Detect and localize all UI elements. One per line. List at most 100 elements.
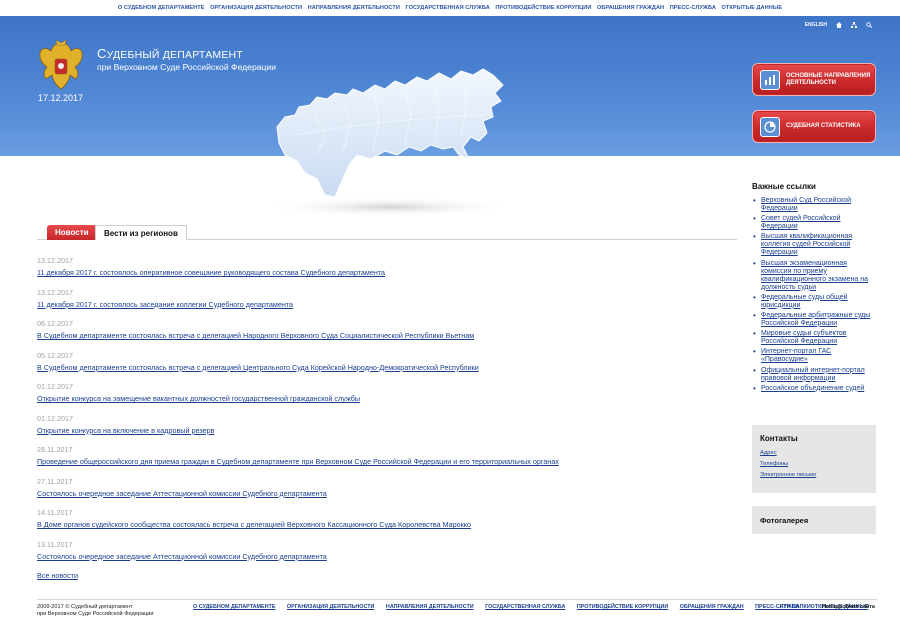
news-link[interactable]: 11 декабря 2017 г. состоялось оперативно… <box>37 266 737 279</box>
ftp-folders-link[interactable]: FTP-ПАПКИ <box>780 604 811 610</box>
news-link[interactable]: В Судебном департаменте состоялась встре… <box>37 361 737 374</box>
site-title-line1: УДЕБНЫЙ ДЕПАРТАМЕНТ <box>106 49 243 61</box>
footer-link-about[interactable]: О Судебном департаменте <box>193 604 275 610</box>
main-directions-button[interactable]: Основные направления деятельности <box>752 63 876 96</box>
main-directions-label: Основные направления деятельности <box>786 72 871 86</box>
topnav-item-about[interactable]: О Судебном департаменте <box>118 0 205 16</box>
footer-link-organization[interactable]: Организация деятельности <box>287 604 375 610</box>
news-date: 06.12.2017 <box>37 319 73 328</box>
copyright-line2: при Верховном Суде Российской Федерации <box>37 611 154 617</box>
news-item: 13.12.2017 11 декабря 2017 г. состоялось… <box>37 256 737 288</box>
news-date: 28.11.2017 <box>37 445 73 454</box>
photo-gallery-panel[interactable]: Фотогалерея <box>752 506 876 534</box>
site-title-line2: при Верховном Суде Российской Федерации <box>97 62 277 72</box>
list-item: Верховный Суд Российской Федерации <box>752 197 878 213</box>
important-link[interactable]: Федеральные арбитражные суды Российской … <box>761 312 870 327</box>
list-item: Российское объединение судей <box>752 385 878 393</box>
topnav-item-open-data[interactable]: Открытые данные <box>722 0 783 16</box>
contacts-panel: Контакты Адрес Телефоны Электронное пись… <box>752 425 876 493</box>
english-link[interactable]: ENGLISH <box>805 22 827 28</box>
list-item: Федеральные суды общей юрисдикции <box>752 294 878 310</box>
site-title[interactable]: СУДЕБНЫЙ ДЕПАРТАМЕНТ при Верховном Суде … <box>97 46 276 72</box>
news-link[interactable]: Проведение общероссийского дня приема гр… <box>37 455 737 468</box>
directions-icon <box>760 69 780 90</box>
footer-link-appeals[interactable]: Обращения граждан <box>680 604 744 610</box>
news-item: 13.12.2017 11 декабря 2017 г. состоялось… <box>37 288 737 320</box>
all-news-link[interactable]: Все новости <box>37 571 78 580</box>
copyright: 2009-2017 © Судебный департамент при Вер… <box>37 604 154 618</box>
tab-news[interactable]: Новости <box>47 225 97 240</box>
footer-link-civil-service[interactable]: Государственная служба <box>485 604 565 610</box>
copyright-line1: 2009-2017 © Судебный департамент <box>37 604 133 610</box>
home-icon[interactable] <box>836 22 842 28</box>
important-link[interactable]: Интернет-портал ГАС «Правосудие» <box>761 348 831 363</box>
list-item: Официальный интернет-портал правовой инф… <box>752 367 878 383</box>
list-item: Высшая экзаменационная комиссия по прием… <box>752 260 878 292</box>
photo-gallery-title: Фотогалерея <box>760 516 809 525</box>
footer-link-directions[interactable]: Направления деятельности <box>386 604 474 610</box>
current-date: 17.12.2017 <box>38 93 84 103</box>
news-item: 14.11.2017 В Доме органов судейского соо… <box>37 508 737 540</box>
important-link[interactable]: Мировые судьи субъектов Российской Федер… <box>761 330 846 345</box>
court-statistics-label: Судебная статистика <box>786 123 861 129</box>
sitemap-icon[interactable] <box>851 22 857 28</box>
news-link[interactable]: В Судебном департаменте состоялась встре… <box>37 329 737 342</box>
important-link[interactable]: Российское объединение судей <box>761 385 864 392</box>
important-link[interactable]: Верховный Суд Российской Федерации <box>761 197 851 212</box>
news-list: 13.12.2017 11 декабря 2017 г. состоялось… <box>37 256 737 571</box>
important-links-title: Важные ссылки <box>752 182 816 191</box>
top-navigation: О Судебном департаменте Организация деят… <box>0 0 900 16</box>
important-link[interactable]: Высшая квалификационная коллегия судей Р… <box>761 233 852 256</box>
important-link[interactable]: Высшая экзаменационная комиссия по прием… <box>761 260 868 291</box>
contact-address-link[interactable]: Адрес <box>760 448 868 459</box>
site-title-cap: С <box>97 46 107 61</box>
list-item: Федеральные арбитражные суды Российской … <box>752 312 878 328</box>
news-date: 13.12.2017 <box>37 256 73 265</box>
news-date: 01.12.2017 <box>37 382 73 391</box>
court-statistics-button[interactable]: Судебная статистика <box>752 110 876 143</box>
topnav-item-press[interactable]: Пресс-служба <box>670 0 716 16</box>
list-item: Высшая квалификационная коллегия судей Р… <box>752 233 878 257</box>
news-link[interactable]: 11 декабря 2017 г. состоялось заседание … <box>37 298 737 311</box>
important-links-list: Верховный Суд Российской Федерации Совет… <box>752 197 878 393</box>
topnav-item-appeals[interactable]: Обращения граждан <box>597 0 664 16</box>
coat-of-arms-icon[interactable] <box>38 39 84 91</box>
footer-divider <box>37 599 877 600</box>
search-icon[interactable] <box>866 22 872 28</box>
news-item: 27.11.2017 Состоялось очередное заседани… <box>37 477 737 509</box>
topnav-item-directions[interactable]: Направления деятельности <box>308 0 400 16</box>
sitemap-label[interactable]: Новодробная сайта <box>822 604 875 610</box>
news-tabs: Новости Вести из регионов <box>37 224 737 240</box>
news-date: 13.11.2017 <box>37 539 73 549</box>
topnav-item-anticorruption[interactable]: Противодействие коррупции <box>495 0 591 16</box>
important-link[interactable]: Совет судей Российской Федерации <box>761 215 841 230</box>
news-link[interactable]: Открытие конкурса на включение в кадровы… <box>37 424 737 437</box>
list-item: Совет судей Российской Федерации <box>752 215 878 231</box>
news-item: 13.11.2017 Состоялось очередное заседани… <box>37 540 737 572</box>
news-item: 06.12.2017 В Судебном департаменте состо… <box>37 319 737 351</box>
important-link[interactable]: Федеральные суды общей юрисдикции <box>761 294 848 309</box>
contacts-title: Контакты <box>760 434 798 443</box>
news-date: 13.12.2017 <box>37 287 73 297</box>
news-link[interactable]: Состоялось очередное заседание Аттестаци… <box>37 550 737 563</box>
important-link[interactable]: Официальный интернет-портал правовой инф… <box>761 367 865 382</box>
news-date: 01.12.2017 <box>37 413 73 423</box>
news-item: 01.12.2017 Открытие конкурса на включени… <box>37 414 737 446</box>
important-links: Важные ссылки Верховный Суд Российской Ф… <box>752 182 878 395</box>
news-date: 05.12.2017 <box>37 350 73 360</box>
footer-link-anticorruption[interactable]: Противодействие коррупции <box>577 604 668 610</box>
tab-regional-news[interactable]: Вести из регионов <box>95 225 187 240</box>
news-link[interactable]: В Доме органов судейского сообщества сос… <box>37 518 737 531</box>
russia-map-image <box>265 68 515 217</box>
contact-email-link[interactable]: Электронное письмо <box>760 470 868 481</box>
news-link[interactable]: Состоялось очередное заседание Аттестаци… <box>37 487 737 500</box>
topnav-item-organization[interactable]: Организация деятельности <box>210 0 302 16</box>
news-link[interactable]: Открытие конкурса на замещение вакантных… <box>37 392 737 405</box>
list-item: Мировые судьи субъектов Российской Федер… <box>752 330 878 346</box>
footer-navigation: О Судебном департаменте Организация деят… <box>193 604 878 610</box>
topnav-item-civil-service[interactable]: Государственная служба <box>405 0 489 16</box>
list-item: Интернет-портал ГАС «Правосудие» <box>752 348 878 364</box>
news-item: 01.12.2017 Открытие конкурса на замещени… <box>37 382 737 414</box>
news-date: 27.11.2017 <box>37 476 73 486</box>
contact-phones-link[interactable]: Телефоны <box>760 459 868 470</box>
